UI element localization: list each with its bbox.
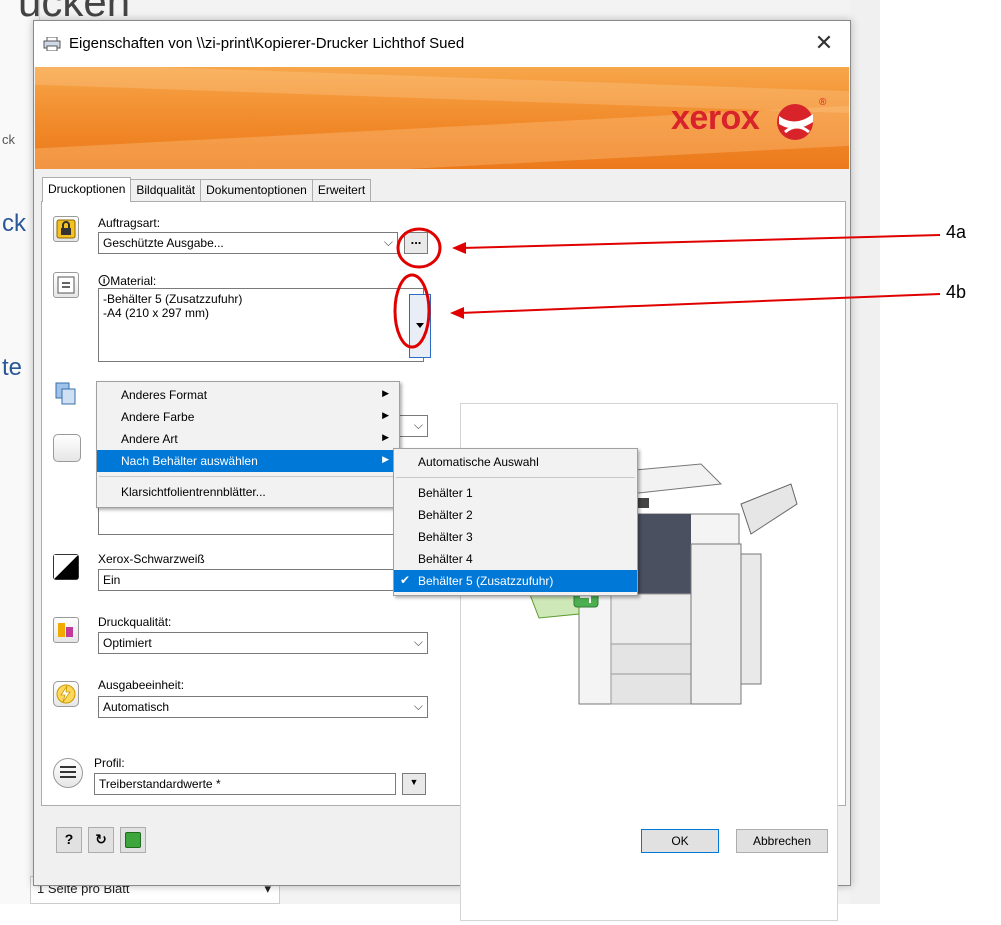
tab-druckoptionen[interactable]: Druckoptionen bbox=[42, 177, 132, 202]
callout-circle-4a bbox=[396, 227, 442, 269]
callout-line-4b bbox=[459, 293, 941, 314]
callout-line-4a bbox=[461, 234, 941, 249]
callout-label-4a: 4a bbox=[946, 222, 967, 242]
callout-overlay bbox=[393, 227, 941, 349]
callout-arrowhead-icon bbox=[452, 242, 466, 254]
callout-arrowhead-icon bbox=[450, 307, 464, 319]
callout-label-4b: 4b bbox=[946, 282, 967, 302]
callout-ellipse-4b bbox=[393, 273, 431, 349]
